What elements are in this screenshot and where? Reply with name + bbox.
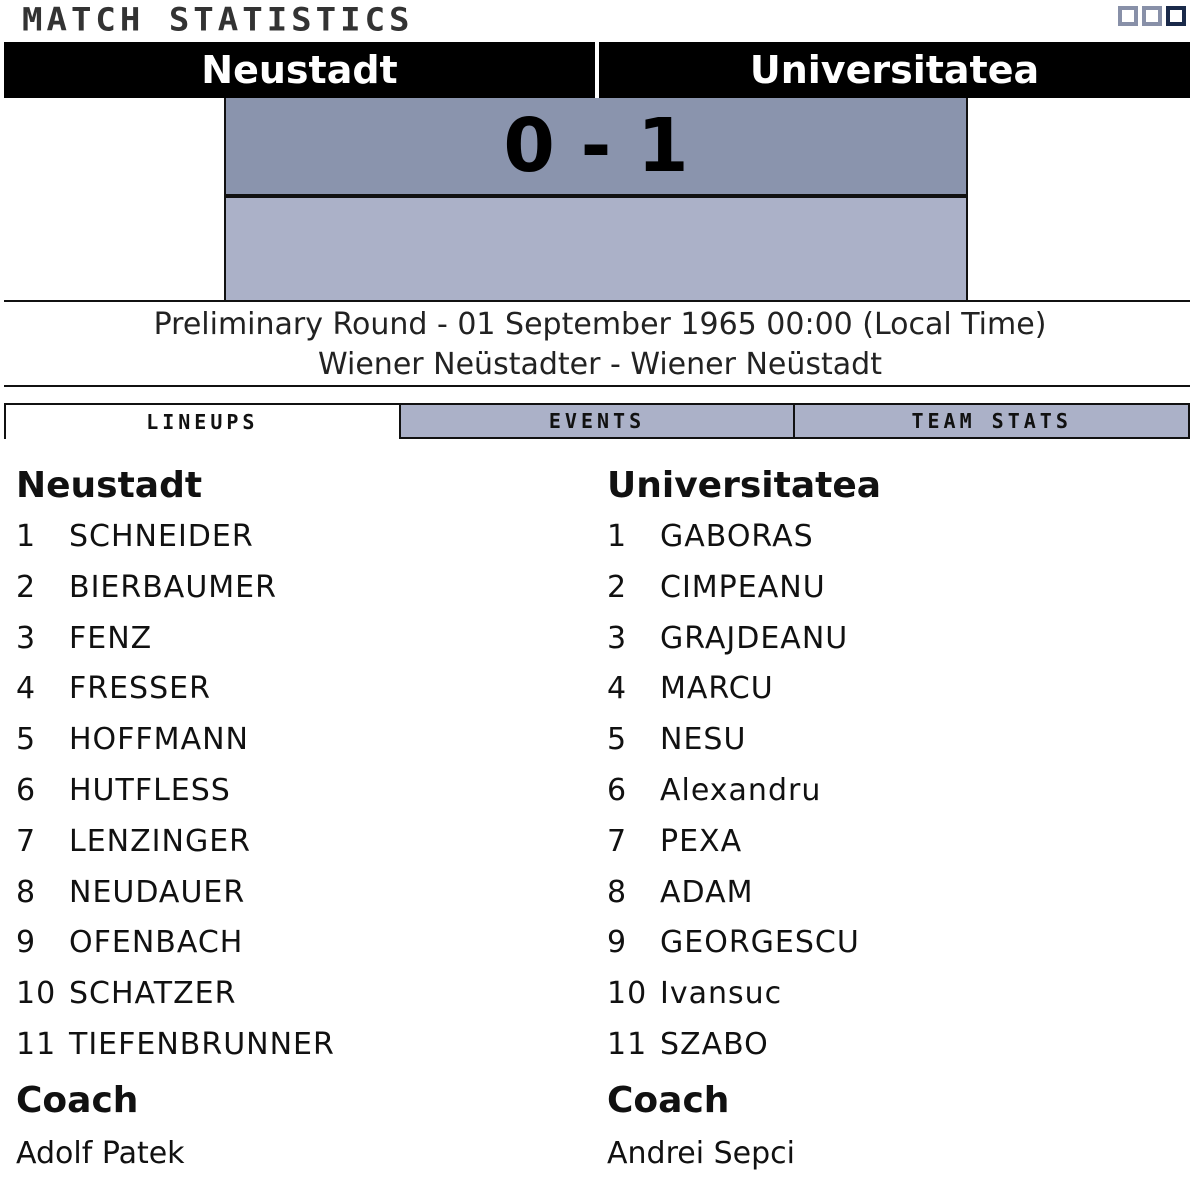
maximize-icon[interactable]: [1166, 6, 1186, 26]
away-team-name: Universitatea: [599, 42, 1190, 98]
player-name: TIEFENBRUNNER: [69, 1026, 335, 1062]
player-name: SCHNEIDER: [69, 519, 254, 554]
minimize-icon[interactable]: [1118, 6, 1138, 26]
match-info-round: Preliminary Round - 01 September 1965 00…: [153, 307, 1047, 342]
player-name: FRESSER: [69, 671, 211, 707]
player-row: 1 GABORAS: [607, 512, 1167, 563]
divider: [4, 300, 1190, 302]
player-row: 3 FENZ: [16, 614, 576, 665]
away-lineup: Universitatea 1 GABORAS 2 CIMPEANU 3 GRAJDE…: [607, 460, 1167, 1179]
home-team-name: Neustadt: [4, 42, 595, 98]
title-bar: MATCH STATISTICS: [0, 0, 1200, 40]
player-number: 5: [607, 722, 628, 758]
score: 0 - 1: [224, 98, 968, 196]
player-name: OFENBACH: [69, 925, 244, 961]
player-row: 1 SCHNEIDER: [16, 512, 576, 563]
player-row: 8 NEUDAUER: [16, 868, 576, 919]
player-number: 5: [16, 722, 37, 758]
player-name: GABORAS: [660, 519, 814, 554]
window-title: MATCH STATISTICS: [22, 1, 414, 39]
player-name: ADAM: [660, 874, 754, 910]
player-row: 10 Ivansuc: [607, 969, 1167, 1020]
tab-bar: LINEUPS EVENTS TEAM STATS: [4, 403, 1191, 439]
player-number: 7: [16, 823, 37, 859]
player-row: 6 Alexandru: [607, 766, 1167, 817]
player-row: 4 MARCU: [607, 664, 1167, 715]
player-row: 7 PEXA: [607, 817, 1167, 868]
player-number: 6: [16, 772, 37, 808]
tab-events[interactable]: EVENTS: [400, 403, 796, 439]
player-name: FENZ: [69, 620, 153, 656]
player-name: MARCU: [660, 671, 774, 707]
match-info-venue: Wiener Neüstadter - Wiener Neüstadt: [318, 347, 882, 382]
player-number: 8: [16, 874, 37, 910]
player-row: 7 LENZINGER: [16, 817, 576, 868]
player-number: 9: [16, 925, 37, 961]
player-name: LENZINGER: [69, 823, 251, 859]
player-number: 3: [16, 620, 37, 656]
window-controls: [1118, 6, 1186, 26]
divider: [4, 385, 1190, 387]
player-name: GRAJDEANU: [660, 620, 849, 656]
player-row: 8 ADAM: [607, 868, 1167, 919]
player-name: SZABO: [660, 1026, 769, 1062]
player-number: 9: [607, 925, 628, 961]
player-row: 9 OFENBACH: [16, 918, 576, 969]
player-name: CIMPEANU: [660, 569, 826, 605]
player-number: 4: [16, 671, 37, 707]
player-number: 11: [607, 1026, 648, 1062]
player-name: NESU: [660, 722, 747, 758]
player-number: 10: [607, 976, 648, 1012]
tab-team-stats[interactable]: TEAM STATS: [795, 403, 1191, 439]
player-number: 8: [607, 874, 628, 910]
away-lineup-team: Universitatea: [607, 465, 882, 506]
player-number: 10: [16, 976, 57, 1012]
player-row: 6 HUTFLESS: [16, 766, 576, 817]
player-name: HUTFLESS: [69, 772, 231, 808]
teams-header: Neustadt Universitatea: [4, 42, 1190, 98]
player-row: 5 NESU: [607, 715, 1167, 766]
player-number: 11: [16, 1026, 57, 1062]
player-row: 3 GRAJDEANU: [607, 614, 1167, 665]
player-number: 3: [607, 620, 628, 656]
player-row: 4 FRESSER: [16, 664, 576, 715]
home-lineup: Neustadt 1 SCHNEIDER 2 BIERBAUMER 3 FENZ 4F…: [16, 460, 576, 1179]
player-row: 2 BIERBAUMER: [16, 563, 576, 614]
tab-lineups[interactable]: LINEUPS: [4, 403, 401, 439]
player-row: 11 TIEFENBRUNNER: [16, 1020, 576, 1071]
player-name: SCHATZER: [69, 976, 237, 1012]
player-row: 5 HOFFMANN: [16, 715, 576, 766]
player-row: 11 SZABO: [607, 1020, 1167, 1071]
player-row: 2 CIMPEANU: [607, 563, 1167, 614]
player-number: 7: [607, 823, 628, 859]
player-row: 10 SCHATZER: [16, 969, 576, 1020]
player-number: 1: [16, 519, 37, 554]
score-detail-panel: [224, 196, 968, 302]
player-name: GEORGESCU: [660, 925, 860, 961]
home-lineup-team: Neustadt: [16, 465, 203, 506]
player-name: Ivansuc: [660, 976, 783, 1012]
player-name: BIERBAUMER: [69, 569, 277, 605]
player-number: 2: [607, 569, 628, 605]
away-coach-name: Andrei Sepci: [607, 1135, 795, 1171]
player-name: Alexandru: [660, 772, 822, 808]
player-number: 1: [607, 519, 628, 554]
player-name: PEXA: [660, 823, 743, 859]
player-number: 2: [16, 569, 37, 605]
coach-heading: Coach: [607, 1079, 730, 1121]
home-coach-name: Adolf Patek: [16, 1135, 185, 1171]
player-number: 4: [607, 671, 628, 707]
player-number: 6: [607, 772, 628, 808]
restore-icon[interactable]: [1142, 6, 1162, 26]
coach-heading: Coach: [16, 1079, 139, 1121]
player-name: NEUDAUER: [69, 874, 246, 910]
player-name: HOFFMANN: [69, 722, 249, 758]
player-row: 9 GEORGESCU: [607, 918, 1167, 969]
